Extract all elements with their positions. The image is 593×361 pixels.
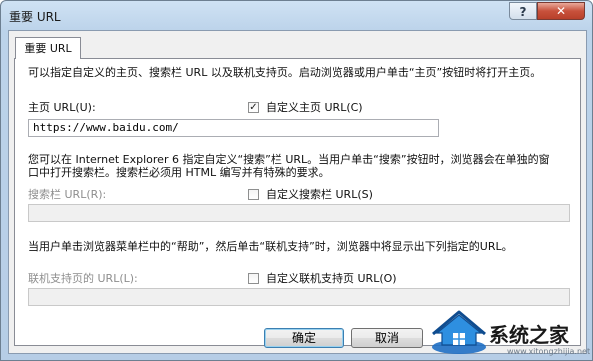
watermark-text: 系统之家 [489,323,569,347]
watermark-url: www.xitongzhijia.net [507,347,591,356]
home-customize-checkbox[interactable]: ✓ [248,102,259,113]
tab-important-urls[interactable]: 重要 URL [15,37,81,59]
search-url-label: 搜索栏 URL(R): [28,188,107,201]
search-description: 您可以在 Internet Explorer 6 指定自定义“搜索”栏 URL。… [28,153,550,179]
support-description: 当用户单击浏览器菜单栏中的“帮助”，然后单击“联机支持”时，浏览器中将显示出下列… [28,240,513,253]
home-customize-label[interactable]: 自定义主页 URL(C) [266,101,363,114]
search-customize-checkbox[interactable] [248,189,259,200]
window-title: 重要 URL [9,10,61,24]
support-customize-checkbox[interactable] [248,273,259,284]
support-customize-label[interactable]: 自定义联机支持页 URL(O) [266,272,397,285]
close-button[interactable]: ✕ [537,2,585,20]
dialog-window: 重要 URL ? ✕ 重要 URL 可以指定自定义的主页、搜索栏 URL 以及联… [0,0,593,361]
support-url-label: 联机支持页的 URL(L): [28,272,138,285]
search-customize-label[interactable]: 自定义搜索栏 URL(S) [266,188,373,201]
cancel-button[interactable]: 取消 [351,328,423,348]
home-url-input[interactable]: https://www.baidu.com/ [28,119,439,137]
home-url-label: 主页 URL(U): [28,101,96,114]
title-bar[interactable]: 重要 URL ? ✕ [1,1,592,29]
home-description: 可以指定自定义的主页、搜索栏 URL 以及联机支持页。启动浏览器或用户单击“主页… [28,66,542,79]
house-logo-icon [432,310,486,354]
search-url-input[interactable] [28,204,570,222]
help-button[interactable]: ? [509,2,537,20]
ok-button[interactable]: 确定 [264,328,344,348]
watermark-logo: 系统之家 www.xitongzhijia.net [429,303,592,360]
